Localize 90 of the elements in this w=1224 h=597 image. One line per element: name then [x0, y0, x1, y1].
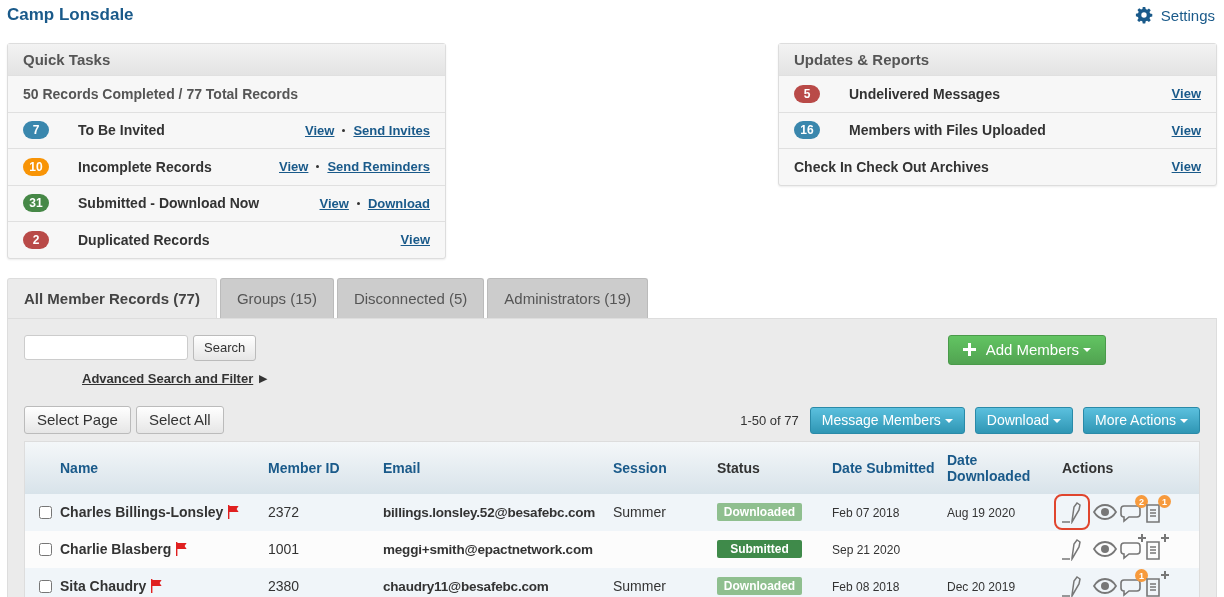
separator-dot	[342, 128, 346, 132]
table-cell: Aug 19 2020	[947, 506, 1016, 520]
eye-icon[interactable]	[1093, 540, 1117, 558]
pencil-icon[interactable]	[1060, 500, 1084, 524]
report-label: Undelivered Messages	[849, 85, 1000, 102]
settings-icon	[1134, 6, 1153, 24]
task-link[interactable]: View	[319, 195, 349, 211]
column-header[interactable]: Session	[613, 459, 717, 476]
column-header: Actions	[1062, 459, 1115, 476]
settings-link[interactable]: Settings	[1134, 6, 1215, 24]
table-cell: chaudry11@besafebc.com	[383, 579, 549, 594]
status-label: Downloaded	[717, 577, 802, 595]
tab[interactable]: Disconnected (5)	[336, 277, 485, 318]
table-cell: Sep 21 2020	[832, 543, 901, 557]
task-label: To Be Invited	[78, 122, 165, 139]
caret-icon	[1053, 419, 1062, 424]
report-link[interactable]: View	[1171, 122, 1201, 138]
table-cell: 2380	[268, 578, 300, 594]
eye-icon[interactable]	[1093, 503, 1117, 521]
table-cell: Summer	[613, 504, 666, 520]
caret-icon	[1180, 419, 1188, 424]
panel-title: Updates & Reports	[794, 51, 930, 68]
report-link[interactable]: View	[1171, 159, 1201, 175]
member-name[interactable]: Sita Chaudry	[60, 578, 147, 594]
count-badge: 1	[1135, 569, 1148, 582]
pagination-count: 1-50 of 77	[740, 412, 799, 428]
table-cell: 2372	[268, 504, 300, 520]
task-label: Submitted - Download Now	[78, 195, 260, 212]
row-checkbox[interactable]	[39, 579, 52, 593]
report-link[interactable]: View	[1171, 86, 1201, 102]
table-cell: billings.lonsley.52@besafebc.com	[383, 505, 596, 520]
table-cell: Summer	[613, 578, 666, 594]
tab[interactable]: All Member Records (77)	[7, 277, 217, 318]
tab[interactable]: Groups (15)	[219, 277, 334, 318]
count-badge: 31	[23, 194, 49, 213]
column-header[interactable]: Name	[60, 459, 99, 476]
panel-title: Quick Tasks	[23, 51, 111, 68]
row-checkbox[interactable]	[39, 542, 52, 556]
table-cell: Feb 08 2018	[832, 580, 900, 594]
plus-icon	[1161, 571, 1169, 579]
member-name[interactable]: Charlie Blasberg	[60, 541, 172, 557]
plus-icon	[1138, 534, 1146, 542]
pencil-icon[interactable]	[1060, 537, 1084, 561]
status-label: Submitted	[717, 540, 802, 558]
report-label: Check In Check Out Archives	[794, 158, 989, 175]
arrow-glyph: ▶	[259, 371, 268, 385]
task-label: Duplicated Records	[78, 231, 210, 248]
records-summary: 50 Records Completed / 77 Total Records	[23, 85, 299, 102]
task-link[interactable]: Send Reminders	[327, 159, 430, 175]
eye-icon[interactable]	[1093, 577, 1117, 595]
task-label: Incomplete Records	[78, 158, 212, 175]
count-badge: 16	[794, 121, 820, 140]
count-badge: 1	[1158, 495, 1171, 508]
task-link[interactable]: Send Invites	[353, 122, 430, 138]
separator-dot	[356, 201, 360, 205]
tab[interactable]: Administrators (19)	[487, 277, 649, 318]
row-checkbox[interactable]	[39, 505, 52, 519]
caret-icon	[944, 419, 953, 424]
task-link[interactable]: View	[400, 232, 430, 248]
task-link[interactable]: View	[279, 159, 309, 175]
column-header[interactable]: Date Downloaded	[947, 451, 1062, 484]
search-field[interactable]	[24, 334, 188, 360]
count-badge: 2	[1135, 495, 1148, 508]
camp-title: Camp Lonsdale	[7, 5, 134, 25]
plus-icon	[962, 343, 976, 356]
status-label: Downloaded	[717, 503, 802, 521]
count-badge: 7	[23, 121, 49, 140]
table-cell: 1001	[268, 541, 300, 557]
column-header[interactable]: Email	[383, 459, 613, 476]
count-badge: 10	[23, 157, 49, 176]
table-cell: meggi+smith@epactnetwork.com	[383, 542, 593, 557]
count-badge: 5	[794, 84, 820, 103]
advanced-search-link[interactable]: Advanced Search and Filter	[82, 370, 254, 386]
report-label: Members with Files Uploaded	[849, 122, 1046, 139]
table-cell: Feb 07 2018	[832, 506, 900, 520]
plus-icon	[1161, 534, 1169, 542]
select-button[interactable]: Select All	[135, 405, 224, 434]
search-button[interactable]: Search	[193, 334, 257, 361]
pencil-icon[interactable]	[1060, 574, 1084, 597]
select-button[interactable]: Select Page	[24, 405, 131, 434]
task-link[interactable]: Download	[367, 195, 430, 211]
column-header: Status	[717, 459, 761, 476]
caret-icon	[1083, 347, 1091, 352]
column-header[interactable]: Date Submitted	[832, 459, 947, 476]
count-badge: 2	[23, 230, 49, 249]
table-cell: Dec 20 2019	[947, 580, 1016, 594]
column-header[interactable]: Member ID	[268, 459, 383, 476]
separator-dot	[316, 165, 320, 169]
task-link[interactable]: View	[305, 122, 335, 138]
member-name[interactable]: Charles Billings-Lonsley	[60, 504, 224, 520]
